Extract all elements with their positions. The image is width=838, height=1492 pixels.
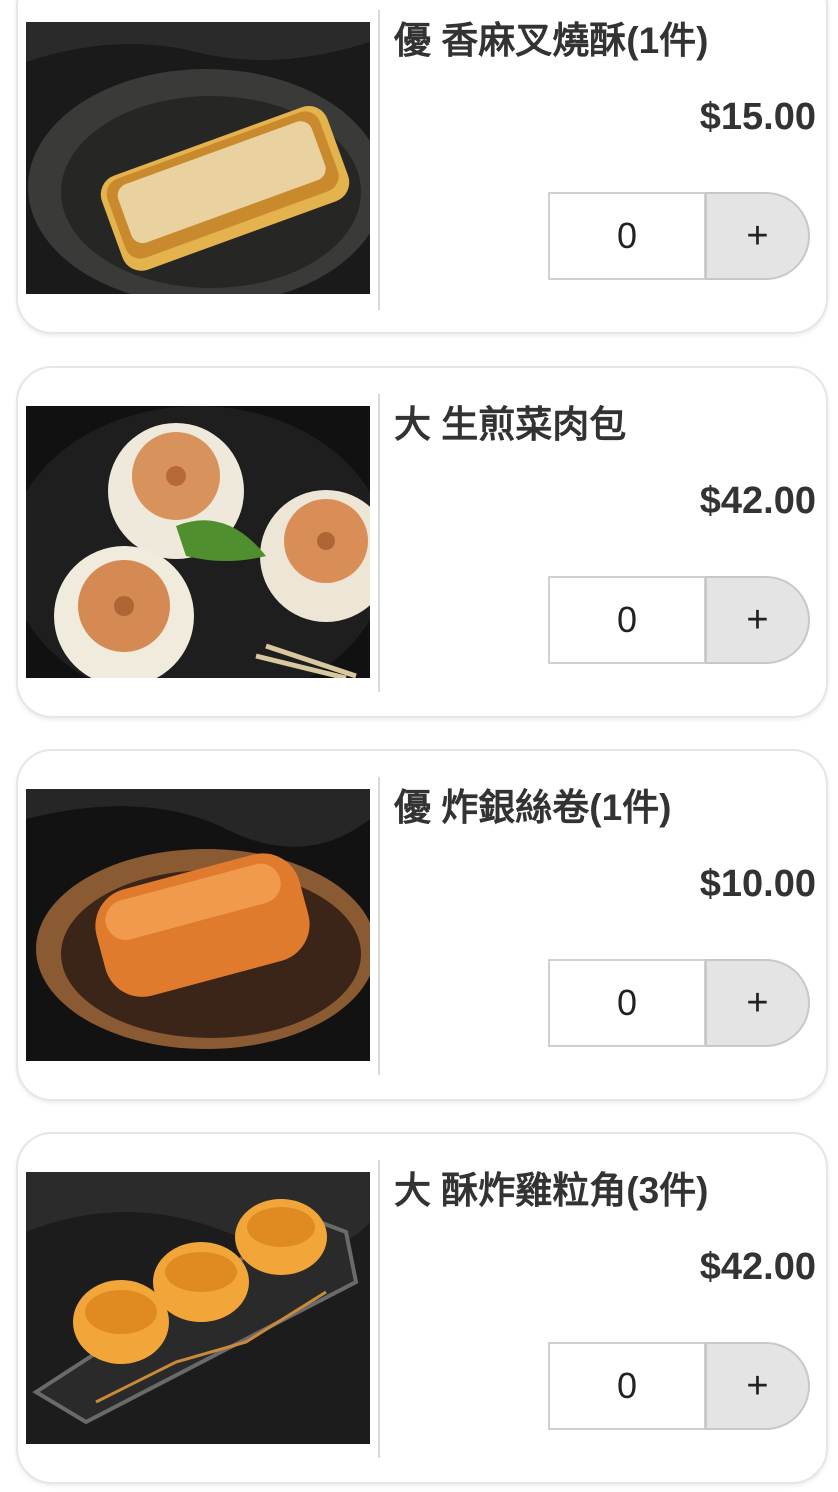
item-name: 優 炸銀絲卷(1件)	[394, 787, 672, 828]
quantity-stepper: 0 +	[548, 1342, 810, 1430]
increase-quantity-button[interactable]: +	[705, 576, 810, 664]
menu-item-card[interactable]: 大 酥炸雞粒角(3件) $42.00 0 +	[16, 1132, 828, 1484]
menu-item-list: 優 香麻叉燒酥(1件) $15.00 0 + 大 生煎菜肉包 $42.00 0 …	[0, 0, 838, 1492]
menu-item-card[interactable]: 優 香麻叉燒酥(1件) $15.00 0 +	[16, 0, 828, 334]
food-photo-crispy-chicken-dumplings	[26, 1172, 370, 1444]
quantity-field[interactable]: 0	[548, 959, 706, 1047]
food-photo-pan-fried-buns	[26, 406, 370, 678]
increase-quantity-button[interactable]: +	[705, 1342, 810, 1430]
food-photo-char-siu-pastry	[26, 22, 370, 294]
food-photo-fried-silver-thread-roll	[26, 789, 370, 1061]
item-price: $15.00	[699, 96, 816, 138]
item-name: 優 香麻叉燒酥(1件)	[394, 20, 709, 61]
card-divider	[378, 10, 380, 310]
quantity-stepper: 0 +	[548, 959, 810, 1047]
item-price: $42.00	[699, 1246, 816, 1288]
menu-item-card[interactable]: 優 炸銀絲卷(1件) $10.00 0 +	[16, 749, 828, 1101]
card-divider	[378, 394, 380, 692]
quantity-stepper: 0 +	[548, 192, 810, 280]
item-price: $42.00	[699, 480, 816, 522]
quantity-field[interactable]: 0	[548, 576, 706, 664]
card-divider	[378, 1160, 380, 1458]
card-divider	[378, 777, 380, 1075]
item-name: 大 生煎菜肉包	[394, 404, 627, 445]
menu-item-card[interactable]: 大 生煎菜肉包 $42.00 0 +	[16, 366, 828, 718]
item-price: $10.00	[699, 863, 816, 905]
quantity-field[interactable]: 0	[548, 192, 706, 280]
quantity-field[interactable]: 0	[548, 1342, 706, 1430]
increase-quantity-button[interactable]: +	[705, 959, 810, 1047]
quantity-stepper: 0 +	[548, 576, 810, 664]
item-name: 大 酥炸雞粒角(3件)	[394, 1170, 709, 1211]
increase-quantity-button[interactable]: +	[705, 192, 810, 280]
